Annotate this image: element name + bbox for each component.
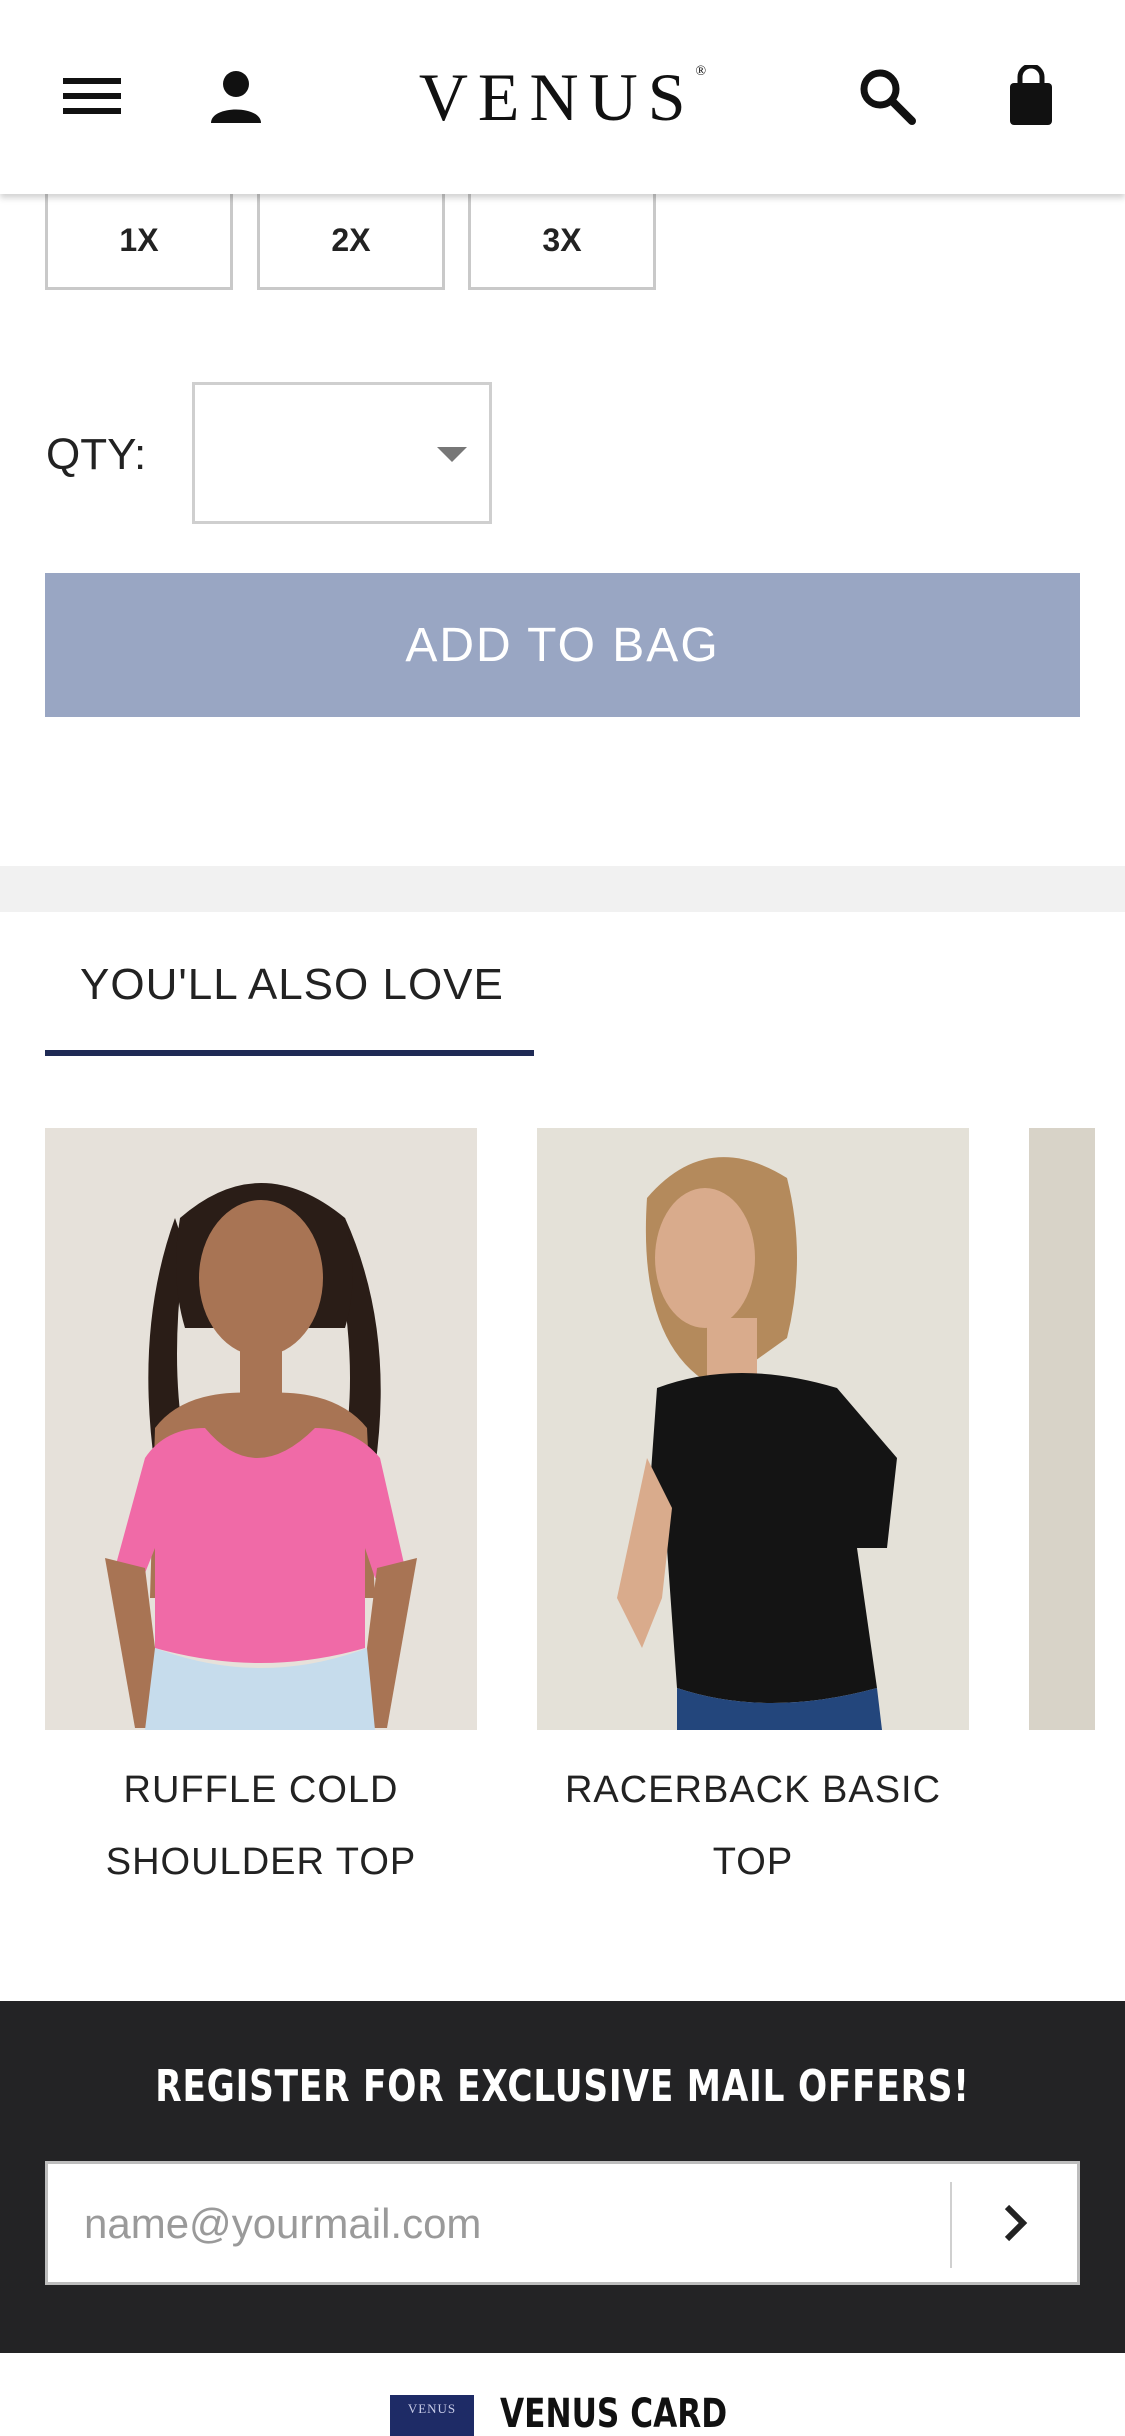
venus-card-logo: VENUS (390, 2395, 474, 2436)
email-field-wrapper (45, 2161, 1080, 2285)
product-name[interactable]: RACERBACK BASIC TOP (537, 1754, 969, 1898)
quantity-label: QTY: (46, 430, 147, 479)
mail-offers-title: REGISTER FOR EXCLUSIVE MAIL OFFERS! (155, 2061, 970, 2112)
venus-card-section[interactable]: VENUS VENUS CARD (0, 2353, 1125, 2436)
venus-card-label[interactable]: VENUS CARD (500, 2391, 727, 2436)
product-name[interactable]: RUFFLE COLD SHOULDER TOP (45, 1754, 477, 1898)
product-image[interactable] (1029, 1128, 1095, 1730)
mail-offers-section: REGISTER FOR EXCLUSIVE MAIL OFFERS! (0, 2001, 1125, 2353)
size-option-2x[interactable]: 2X (257, 194, 445, 290)
caret-down-icon (437, 447, 467, 462)
email-submit-button[interactable] (952, 2164, 1080, 2282)
product-name-line: RUFFLE COLD (123, 1769, 399, 1811)
email-field[interactable] (84, 2188, 964, 2260)
product-card-partial[interactable] (1029, 1128, 1125, 1730)
product-name-line: TOP (712, 1841, 794, 1883)
chevron-right-icon (1004, 2204, 1028, 2242)
quantity-select[interactable] (192, 382, 492, 524)
also-love-title[interactable]: YOU'LL ALSO LOVE (80, 960, 504, 1010)
product-name-line: RACERBACK BASIC (564, 1769, 942, 1811)
product-card[interactable]: RUFFLE COLD SHOULDER TOP (45, 1128, 477, 1898)
top-header: VENUS® (0, 0, 1125, 194)
tab-underline (45, 1050, 534, 1056)
size-option-1x[interactable]: 1X (45, 194, 233, 290)
product-image[interactable] (537, 1128, 969, 1730)
bag-icon[interactable] (991, 56, 1071, 136)
product-card[interactable]: RACERBACK BASIC TOP (537, 1128, 969, 1898)
add-to-bag-button[interactable]: ADD TO BAG (45, 573, 1080, 717)
brand-logo[interactable]: VENUS® (0, 58, 1125, 137)
search-icon[interactable] (847, 56, 927, 136)
product-image[interactable] (45, 1128, 477, 1730)
section-divider (0, 866, 1125, 912)
size-option-3x[interactable]: 3X (468, 194, 656, 290)
product-name-line: SHOULDER TOP (105, 1841, 417, 1883)
